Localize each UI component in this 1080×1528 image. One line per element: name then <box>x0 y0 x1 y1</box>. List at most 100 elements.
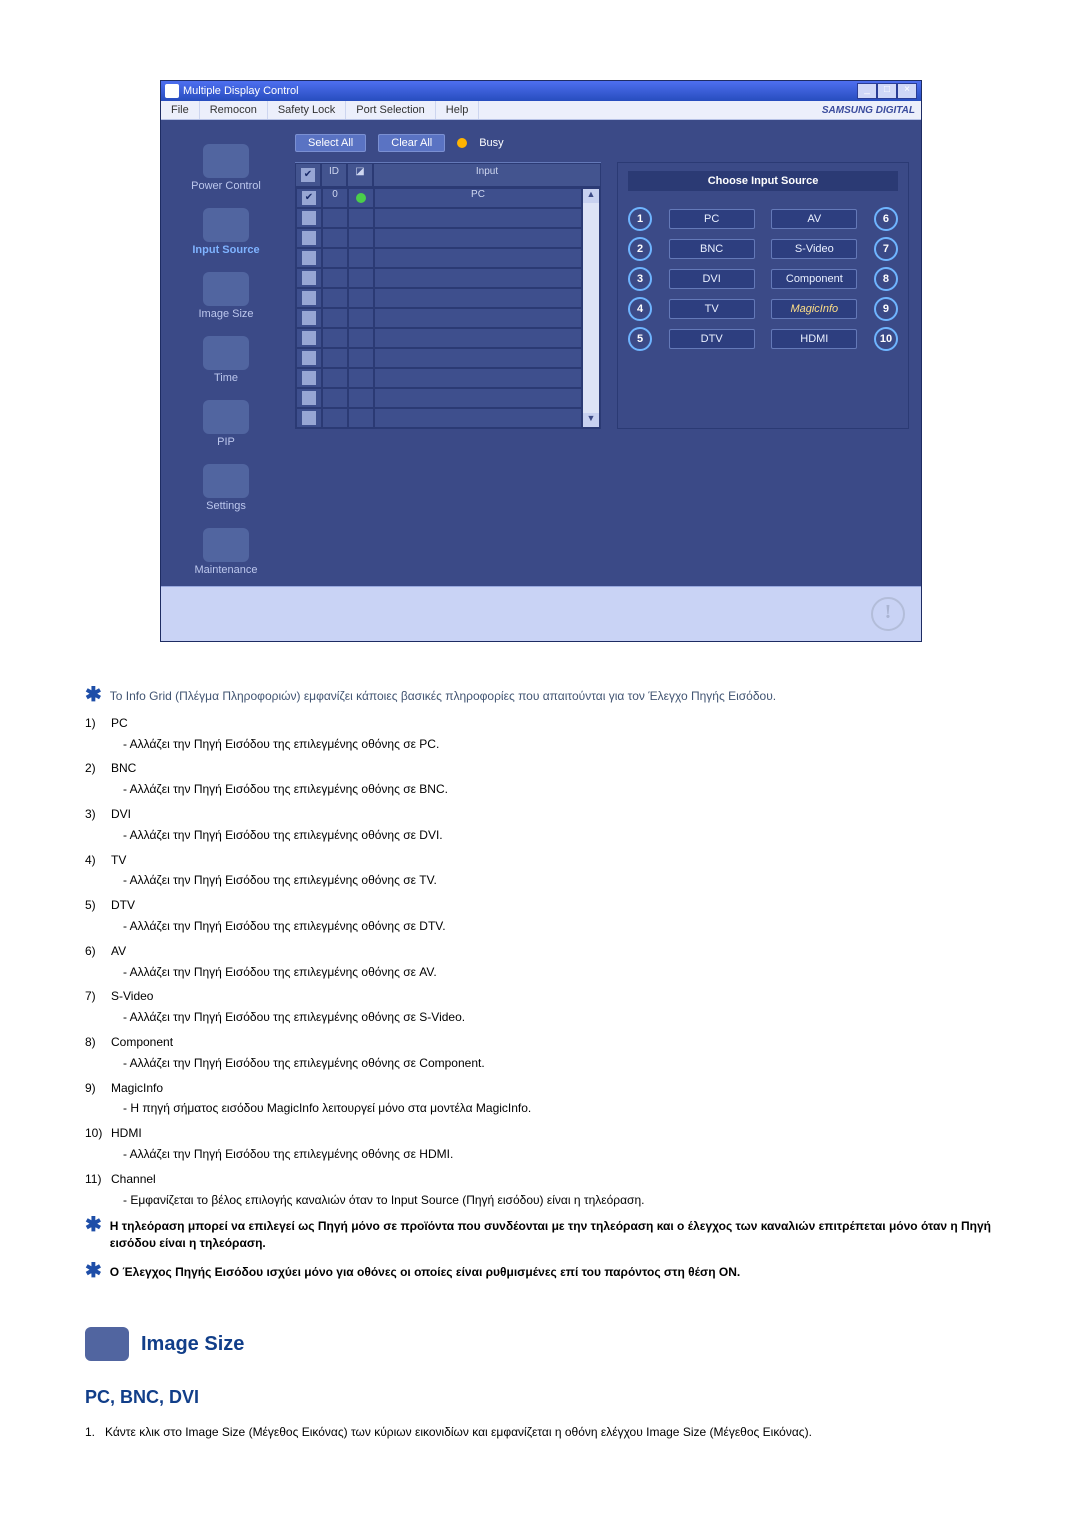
scroll-up-icon[interactable]: ▲ <box>583 189 599 203</box>
close-button[interactable]: × <box>897 83 917 99</box>
note-intro: Το Info Grid (Πλέγμα Πληροφοριών) εμφανί… <box>110 688 776 705</box>
sidebar-item-image-size[interactable]: Image Size <box>161 266 291 330</box>
status-dot-icon <box>356 193 366 203</box>
row-checkbox[interactable] <box>302 191 316 205</box>
table-row[interactable]: 0 PC <box>296 188 582 208</box>
row-status <box>348 268 374 288</box>
row-checkbox[interactable] <box>302 391 316 405</box>
menu-help[interactable]: Help <box>436 101 480 119</box>
sidebar-label: Input Source <box>161 244 291 256</box>
minimize-button[interactable]: _ <box>857 83 877 99</box>
menu-file[interactable]: File <box>161 101 200 119</box>
row-input <box>374 368 582 388</box>
sidebar-item-pip[interactable]: PIP <box>161 394 291 458</box>
menu-port-selection[interactable]: Port Selection <box>346 101 435 119</box>
source-button-dvi[interactable]: DVI <box>669 269 755 289</box>
list-number: 2) <box>85 760 111 777</box>
source-number-badge: 4 <box>628 297 652 321</box>
row-input <box>374 348 582 368</box>
row-checkbox[interactable] <box>302 251 316 265</box>
table-row[interactable] <box>296 368 582 388</box>
input-source-icon <box>203 208 249 242</box>
table-row[interactable] <box>296 248 582 268</box>
list-number: 7) <box>85 988 111 1005</box>
row-id <box>322 228 348 248</box>
list-title: Component <box>111 1034 173 1051</box>
source-button-component[interactable]: Component <box>771 269 857 289</box>
window-title: Multiple Display Control <box>183 85 299 97</box>
source-button-magicinfo[interactable]: MagicInfo <box>771 299 857 319</box>
table-row[interactable] <box>296 408 582 428</box>
list-desc: - Αλλάζει την Πηγή Εισόδου της επιλεγμέν… <box>85 1055 995 1076</box>
grid-header-id: ID <box>321 163 347 187</box>
row-checkbox[interactable] <box>302 411 316 425</box>
row-checkbox[interactable] <box>302 231 316 245</box>
list-desc: - Αλλάζει την Πηγή Εισόδου της επιλεγμέν… <box>85 781 995 802</box>
table-row[interactable] <box>296 328 582 348</box>
titlebar: Multiple Display Control _ □ × <box>161 81 921 101</box>
list-number: 11) <box>85 1171 111 1188</box>
sidebar-item-time[interactable]: Time <box>161 330 291 394</box>
table-row[interactable] <box>296 348 582 368</box>
list-number: 6) <box>85 943 111 960</box>
sidebar-item-maintenance[interactable]: Maintenance <box>161 522 291 586</box>
image-size-icon <box>203 272 249 306</box>
list-desc: - Αλλάζει την Πηγή Εισόδου της επιλεγμέν… <box>85 964 995 985</box>
sidebar-item-settings[interactable]: Settings <box>161 458 291 522</box>
row-input <box>374 308 582 328</box>
busy-indicator-icon <box>457 138 467 148</box>
row-status <box>348 328 374 348</box>
source-button-pc[interactable]: PC <box>669 209 755 229</box>
grid-header-checkbox[interactable] <box>295 163 321 187</box>
list-title: DVI <box>111 806 131 823</box>
list-desc: - Αλλάζει την Πηγή Εισόδου της επιλεγμέν… <box>85 1146 995 1167</box>
row-checkbox[interactable] <box>302 371 316 385</box>
row-checkbox[interactable] <box>302 271 316 285</box>
row-checkbox[interactable] <box>302 311 316 325</box>
list-number: 10) <box>85 1125 111 1142</box>
star-icon: ✱ <box>85 1218 102 1252</box>
source-number-badge: 2 <box>628 237 652 261</box>
row-status <box>348 308 374 328</box>
table-row[interactable] <box>296 228 582 248</box>
star-icon: ✱ <box>85 1264 102 1281</box>
row-checkbox[interactable] <box>302 331 316 345</box>
brand-label: SAMSUNG DIGITAL <box>816 102 921 119</box>
list-number: 1) <box>85 715 111 732</box>
sidebar-item-input-source[interactable]: Input Source <box>161 202 291 266</box>
row-checkbox[interactable] <box>302 291 316 305</box>
scroll-down-icon[interactable]: ▼ <box>583 413 599 427</box>
table-row[interactable] <box>296 288 582 308</box>
source-button-s-video[interactable]: S-Video <box>771 239 857 259</box>
list-title: DTV <box>111 897 135 914</box>
source-number-badge: 10 <box>874 327 898 351</box>
grid-header-status: ◪ <box>347 163 373 187</box>
row-input <box>374 228 582 248</box>
menu-safety-lock[interactable]: Safety Lock <box>268 101 346 119</box>
source-button-tv[interactable]: TV <box>669 299 755 319</box>
row-status <box>348 368 374 388</box>
maximize-button[interactable]: □ <box>877 83 897 99</box>
power-control-icon <box>203 144 249 178</box>
sidebar-label: Time <box>161 372 291 384</box>
source-button-hdmi[interactable]: HDMI <box>771 329 857 349</box>
table-row[interactable] <box>296 308 582 328</box>
source-number-badge: 5 <box>628 327 652 351</box>
source-button-dtv[interactable]: DTV <box>669 329 755 349</box>
note-on: Ο Έλεγχος Πηγής Εισόδου ισχύει μόνο για … <box>110 1264 740 1281</box>
clear-all-button[interactable]: Clear All <box>378 134 445 152</box>
table-row[interactable] <box>296 388 582 408</box>
row-checkbox[interactable] <box>302 211 316 225</box>
table-row[interactable] <box>296 268 582 288</box>
source-button-av[interactable]: AV <box>771 209 857 229</box>
select-all-button[interactable]: Select All <box>295 134 366 152</box>
row-input <box>374 248 582 268</box>
source-button-bnc[interactable]: BNC <box>669 239 755 259</box>
sidebar-item-power-control[interactable]: Power Control <box>161 138 291 202</box>
row-input <box>374 268 582 288</box>
menu-remocon[interactable]: Remocon <box>200 101 268 119</box>
row-checkbox[interactable] <box>302 351 316 365</box>
row-status <box>348 208 374 228</box>
table-row[interactable] <box>296 208 582 228</box>
grid-scrollbar[interactable]: ▲ ▼ <box>582 188 600 428</box>
